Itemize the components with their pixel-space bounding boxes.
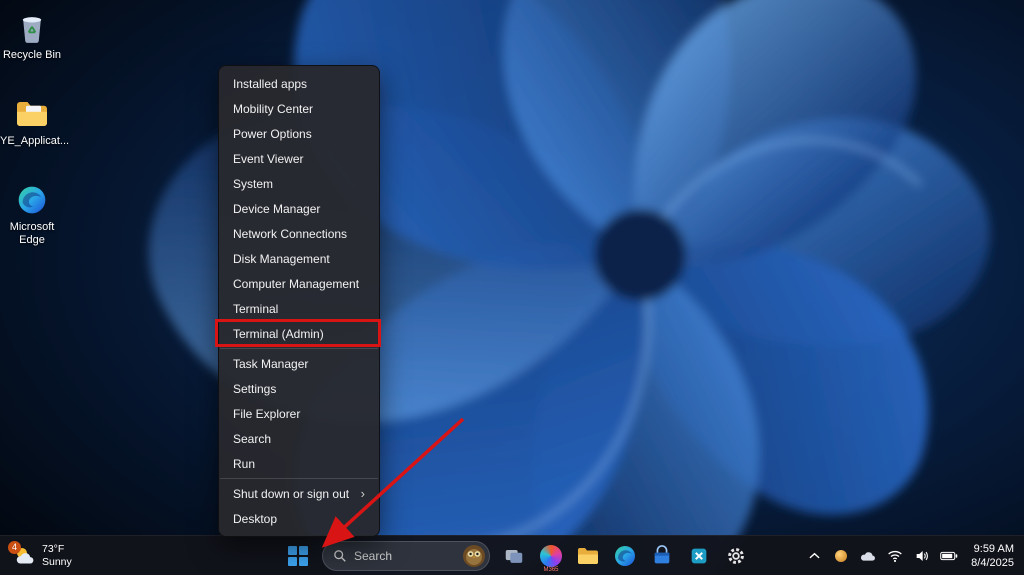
search-box[interactable]	[322, 541, 490, 571]
desktop-icon-label: YE_Applicat...	[0, 135, 70, 147]
menu-item-system[interactable]: System	[219, 171, 379, 196]
winx-context-menu: Installed apps Mobility Center Power Opt…	[218, 65, 380, 537]
menu-item-label: Network Connections	[233, 226, 348, 241]
taskbar-center: M365	[281, 536, 753, 575]
menu-item-label: Disk Management	[233, 251, 330, 266]
desktop-screen: Recycle Bin YE_Applicat... Microsoft Edg…	[0, 0, 1024, 575]
menu-item-label: Run	[233, 456, 256, 471]
menu-item-computer-management[interactable]: Computer Management	[219, 271, 379, 296]
menu-item-label: Mobility Center	[233, 101, 314, 116]
desktop-icon-ye-application-folder[interactable]: YE_Applicat...	[0, 96, 69, 148]
battery-icon[interactable]	[940, 545, 958, 567]
tray-status-icon[interactable]	[832, 545, 850, 567]
weather-condition: Sunny	[42, 556, 72, 568]
volume-icon[interactable]	[913, 545, 931, 567]
weather-temp: 73°F	[42, 542, 65, 555]
menu-separator	[220, 348, 378, 349]
menu-separator	[220, 478, 378, 479]
clock-date: 8/4/2025	[971, 557, 1014, 569]
system-tray: 9:59 AM 8/4/2025	[805, 536, 1018, 575]
menu-item-device-manager[interactable]: Device Manager	[219, 196, 379, 221]
microsoft-edge-button[interactable]	[608, 539, 642, 573]
menu-item-label: Task Manager	[233, 356, 309, 371]
menu-item-label: Shut down or sign out	[233, 486, 350, 501]
search-input[interactable]	[354, 549, 455, 563]
menu-item-run[interactable]: Run	[219, 451, 379, 476]
edge-icon	[613, 544, 637, 568]
task-view-button[interactable]	[497, 539, 531, 573]
onedrive-cloud-icon[interactable]	[859, 545, 877, 567]
menu-item-label: Installed apps	[233, 76, 308, 91]
clock-time: 9:59 AM	[973, 542, 1014, 555]
folder-icon	[12, 96, 52, 132]
chevron-right-icon: ›	[360, 486, 365, 501]
menu-item-label: Event Viewer	[233, 151, 304, 166]
settings-button[interactable]	[719, 539, 753, 573]
menu-item-shut-down-or-sign-out[interactable]: Shut down or sign out ›	[219, 481, 379, 506]
recycle-bin-icon	[12, 10, 52, 46]
office-app-button[interactable]	[682, 539, 716, 573]
menu-item-mobility-center[interactable]: Mobility Center	[219, 96, 379, 121]
clock[interactable]: 9:59 AM 8/4/2025	[967, 540, 1018, 573]
edge-icon	[12, 182, 52, 218]
menu-item-disk-management[interactable]: Disk Management	[219, 246, 379, 271]
menu-item-label: Device Manager	[233, 201, 321, 216]
m365-copilot-icon	[540, 545, 562, 567]
menu-item-event-viewer[interactable]: Event Viewer	[219, 146, 379, 171]
desktop-icon-label: Microsoft Edge	[9, 221, 55, 247]
menu-item-label: Terminal	[233, 301, 279, 316]
menu-item-terminal[interactable]: Terminal	[219, 296, 379, 321]
menu-item-desktop[interactable]: Desktop	[219, 506, 379, 531]
menu-item-file-explorer[interactable]: File Explorer	[219, 401, 379, 426]
menu-item-search[interactable]: Search	[219, 426, 379, 451]
desktop-icon-recycle-bin[interactable]: Recycle Bin	[0, 10, 64, 62]
menu-item-label: Power Options	[233, 126, 312, 141]
menu-item-label: Desktop	[233, 511, 278, 526]
task-view-icon	[503, 545, 525, 567]
m365-badge: M365	[543, 567, 559, 573]
menu-item-terminal-admin[interactable]: Terminal (Admin)	[219, 321, 379, 346]
start-button[interactable]	[281, 539, 315, 573]
menu-item-label: Search	[233, 431, 272, 446]
search-highlight-image[interactable]	[462, 544, 486, 568]
menu-item-label: Computer Management	[233, 276, 360, 291]
menu-item-installed-apps[interactable]: Installed apps	[219, 71, 379, 96]
weather-icon: 4	[8, 541, 36, 568]
menu-item-label: File Explorer	[233, 406, 301, 421]
microsoft-store-icon	[651, 545, 673, 567]
menu-item-label: Terminal (Admin)	[233, 326, 324, 341]
wifi-icon[interactable]	[886, 545, 904, 567]
file-explorer-icon	[576, 546, 600, 566]
chevron-up-icon[interactable]	[805, 545, 823, 567]
taskbar: 4 73°F Sunny Search M365 9:59 AM 8/4/202…	[0, 535, 1024, 575]
desktop-icon-label: Recycle Bin	[2, 49, 62, 61]
menu-item-label: Settings	[233, 381, 277, 396]
microsoft-store-button[interactable]	[645, 539, 679, 573]
windows-logo-icon	[288, 546, 308, 566]
search-icon	[333, 549, 347, 563]
weather-widget[interactable]: 4 73°F Sunny	[6, 536, 78, 575]
office-app-icon	[688, 545, 710, 567]
menu-item-network-connections[interactable]: Network Connections	[219, 221, 379, 246]
menu-item-label: System	[233, 176, 274, 191]
desktop-icon-microsoft-edge[interactable]: Microsoft Edge	[0, 182, 64, 247]
notification-badge: 4	[8, 541, 21, 554]
windows-bloom-wallpaper	[0, 0, 1024, 575]
menu-item-settings[interactable]: Settings	[219, 376, 379, 401]
settings-gear-icon	[725, 545, 747, 567]
menu-item-task-manager[interactable]: Task Manager	[219, 351, 379, 376]
file-explorer-button[interactable]	[571, 539, 605, 573]
menu-item-power-options[interactable]: Power Options	[219, 121, 379, 146]
m365-copilot-button[interactable]: M365	[534, 539, 568, 573]
